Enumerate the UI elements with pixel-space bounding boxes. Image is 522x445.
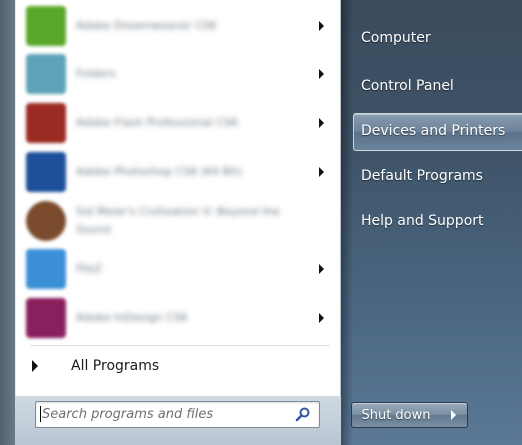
control-panel-link[interactable]: Control Panel bbox=[361, 78, 454, 94]
app-icon bbox=[26, 249, 66, 289]
program-label: Sid Meier's Civilization V: Beyond the S… bbox=[76, 205, 280, 236]
search-box[interactable] bbox=[35, 401, 320, 428]
civilization-icon bbox=[26, 201, 66, 241]
program-item-filez[interactable]: FileZ bbox=[22, 246, 332, 292]
help-and-support-link[interactable]: Help and Support bbox=[361, 213, 484, 229]
submenu-arrow-icon bbox=[319, 313, 324, 323]
computer-link[interactable]: Computer bbox=[361, 30, 431, 46]
program-item-folders[interactable]: Folders bbox=[22, 51, 332, 97]
text-caret bbox=[40, 406, 41, 422]
indesign-icon bbox=[26, 298, 66, 338]
program-label: Adobe Flash Professional CS6 bbox=[76, 116, 238, 129]
search-icon[interactable] bbox=[295, 406, 311, 422]
divider bbox=[30, 345, 330, 346]
submenu-arrow-icon bbox=[319, 264, 324, 274]
search-input[interactable] bbox=[42, 405, 282, 423]
submenu-arrow-icon bbox=[319, 21, 324, 31]
program-label: Folders bbox=[76, 67, 116, 80]
devices-and-printers-link[interactable]: Devices and Printers bbox=[361, 123, 505, 139]
program-item-flash[interactable]: Adobe Flash Professional CS6 bbox=[22, 100, 332, 146]
submenu-arrow-icon bbox=[319, 167, 324, 177]
photoshop-icon bbox=[26, 152, 66, 192]
shutdown-button[interactable]: Shut down bbox=[351, 402, 441, 428]
program-item-dreamweaver[interactable]: Adobe Dreamweaver CS6 bbox=[22, 3, 332, 49]
start-menu: Adobe Dreamweaver CS6 Folders Adobe Flas… bbox=[0, 0, 522, 445]
program-label: Adobe Photoshop CS6 (64 Bit) bbox=[76, 165, 242, 178]
program-item-photoshop[interactable]: Adobe Photoshop CS6 (64 Bit) bbox=[22, 149, 332, 195]
submenu-arrow-icon bbox=[319, 69, 324, 79]
dreamweaver-icon bbox=[26, 6, 66, 46]
program-item-indesign[interactable]: Adobe InDesign CS6 bbox=[22, 295, 332, 341]
flash-icon bbox=[26, 103, 66, 143]
all-programs-button[interactable]: All Programs bbox=[22, 352, 332, 380]
program-label: Adobe Dreamweaver CS6 bbox=[76, 19, 217, 32]
program-label: FileZ bbox=[76, 262, 102, 275]
shutdown-options-button[interactable] bbox=[440, 402, 468, 428]
default-programs-link[interactable]: Default Programs bbox=[361, 168, 483, 184]
program-item-civilization[interactable]: Sid Meier's Civilization V: Beyond the S… bbox=[22, 198, 332, 244]
network-icon bbox=[26, 54, 66, 94]
arrow-right-icon bbox=[32, 360, 38, 372]
submenu-arrow-icon bbox=[319, 118, 324, 128]
program-label: Adobe InDesign CS6 bbox=[76, 311, 188, 324]
all-programs-label: All Programs bbox=[71, 358, 160, 374]
